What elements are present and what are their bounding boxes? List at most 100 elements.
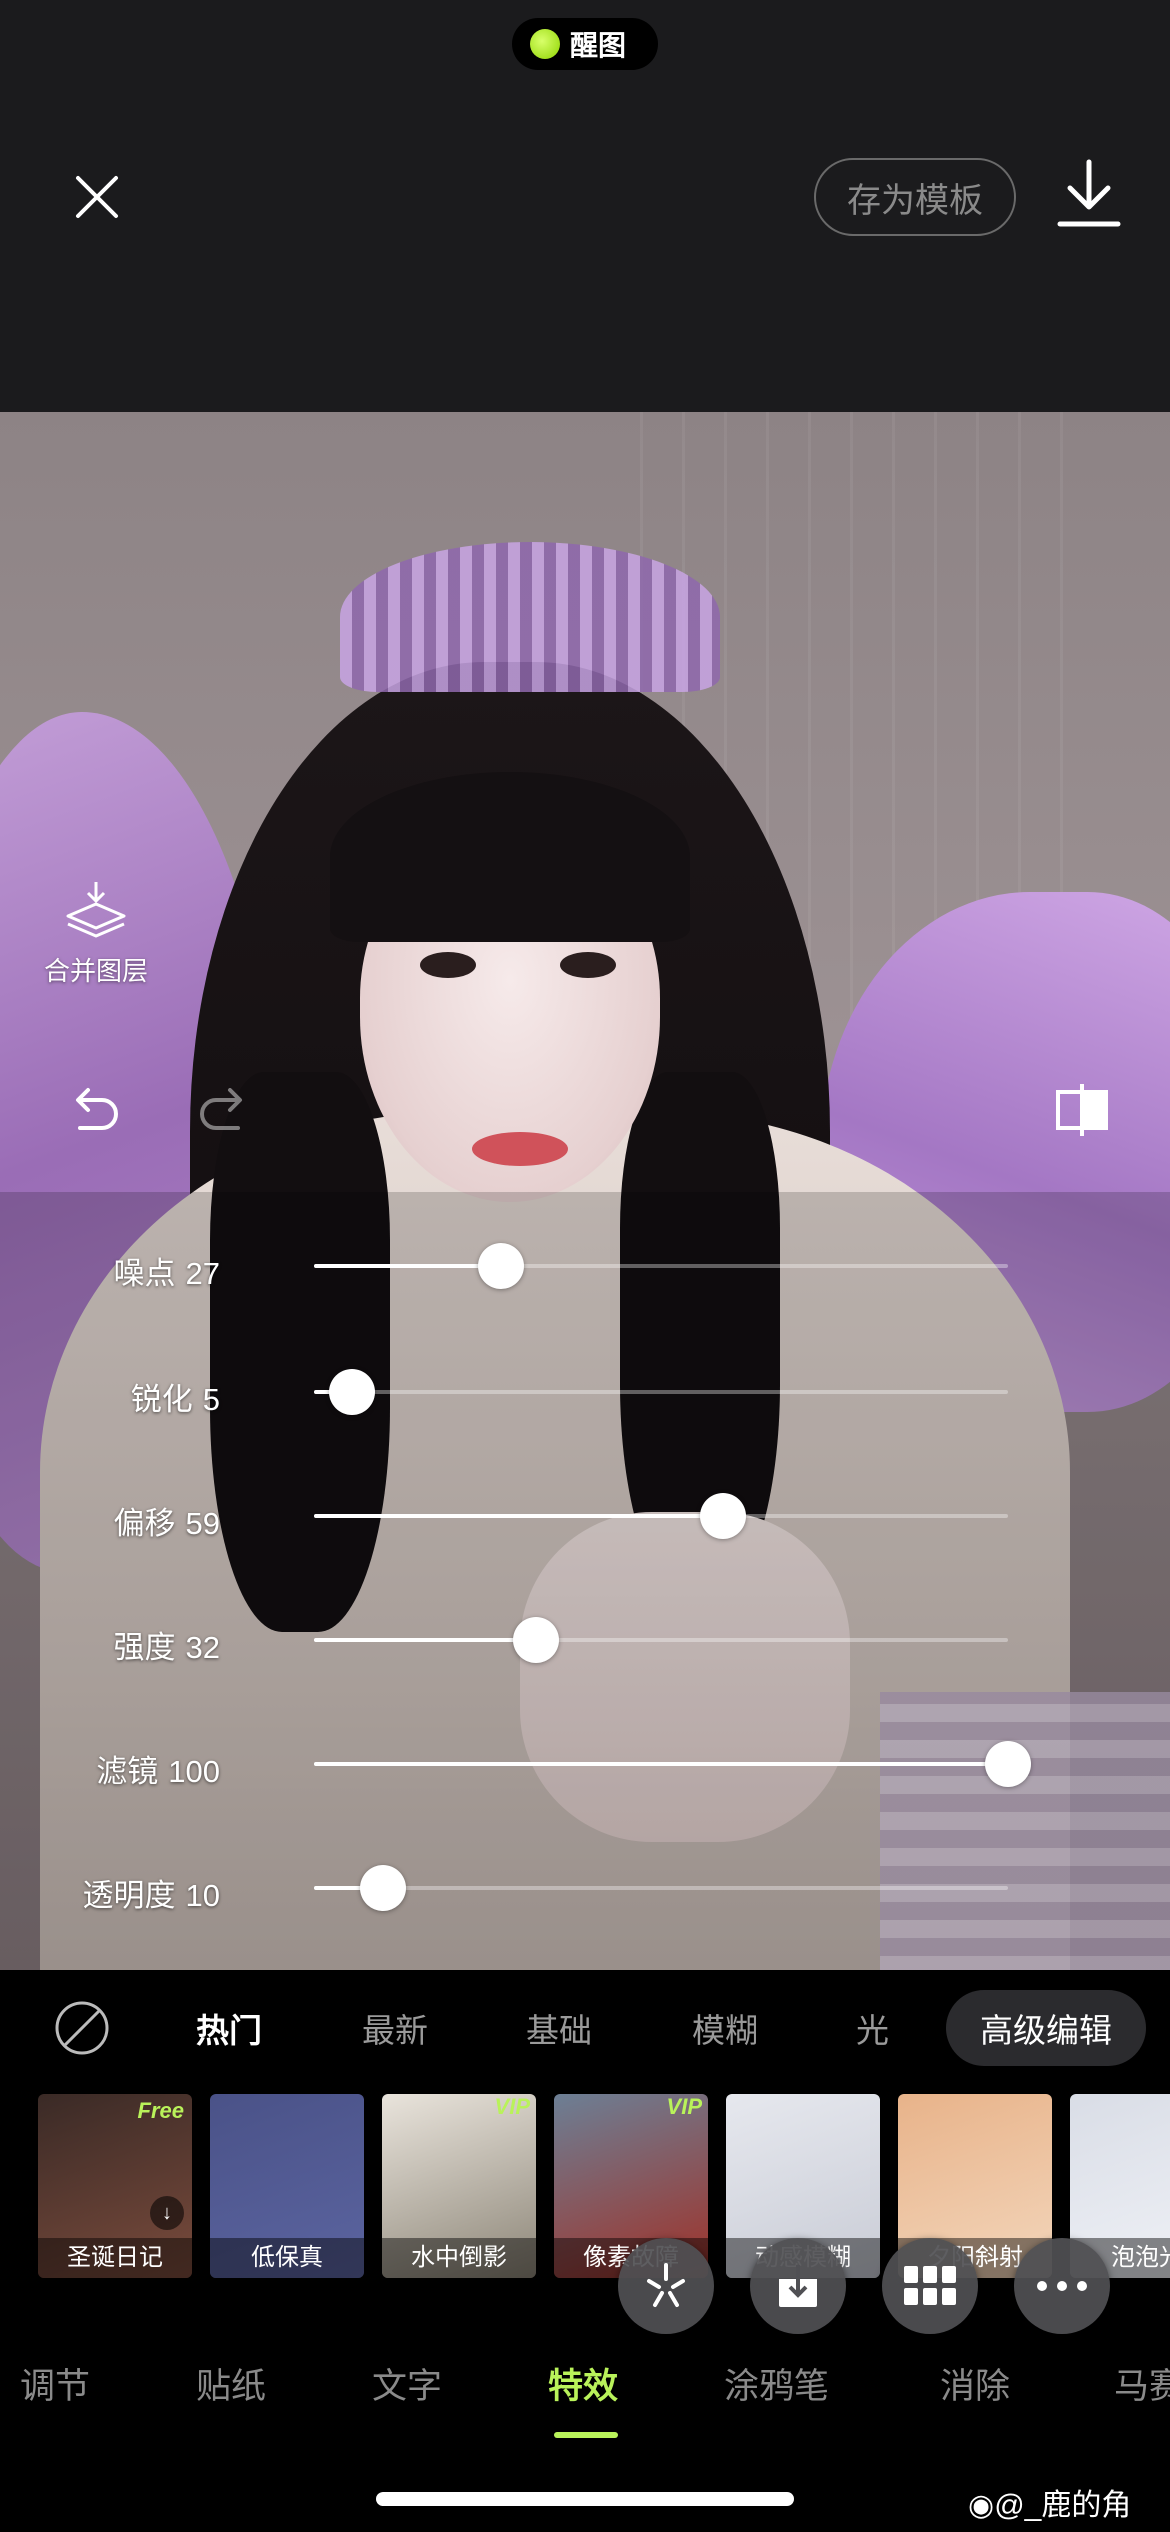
photo-bangs	[330, 772, 690, 942]
download-arrow-icon[interactable]: ↓	[150, 2196, 184, 2230]
redo-button[interactable]	[196, 1082, 252, 1138]
category-tab[interactable]: 高级编辑	[946, 1990, 1146, 2066]
app-status-pill: 醒图	[512, 18, 658, 70]
bottom-tab[interactable]: 特效	[548, 2358, 618, 2409]
slider-knob[interactable]	[329, 1369, 376, 1415]
slider-label: 噪点 27	[114, 1248, 220, 1293]
sparkle-icon	[647, 2263, 685, 2307]
slider-track[interactable]	[314, 1369, 1008, 1415]
effect-label: 低保真	[210, 2238, 364, 2278]
slider-row: 锐化 5	[0, 1362, 1170, 1422]
slider-knob[interactable]	[478, 1243, 525, 1289]
slider-knob[interactable]	[360, 1865, 407, 1911]
bottom-tab[interactable]: 文字	[372, 2358, 442, 2409]
slider-value: 27	[185, 1256, 220, 1291]
slider-row: 滤镜 100	[0, 1734, 1170, 1794]
grid-icon	[904, 2266, 956, 2305]
bottom-tab[interactable]: 调节	[20, 2358, 90, 2409]
photo-tiara	[340, 542, 720, 692]
slider-fill	[314, 1762, 1008, 1766]
home-indicator[interactable]	[376, 2492, 794, 2506]
slider-label: 强度 32	[114, 1622, 220, 1667]
no-effect-icon	[55, 2001, 109, 2055]
slider-track[interactable]	[314, 1243, 1008, 1289]
slider-fill	[314, 1638, 537, 1642]
slider-knob[interactable]	[700, 1493, 747, 1539]
slider-track[interactable]	[314, 1617, 1008, 1663]
bottom-tab[interactable]: 马赛克	[1114, 2358, 1170, 2409]
download-button[interactable]	[1054, 158, 1124, 232]
active-tab-indicator	[554, 2432, 618, 2438]
undo-icon	[76, 1088, 118, 1130]
effect-thumbnail[interactable]: VIP 水中倒影	[382, 2094, 536, 2278]
category-tab[interactable]: 最新	[362, 2004, 428, 2052]
bottom-tab[interactable]: 消除	[940, 2358, 1010, 2409]
top-bar: 醒图 存为模板	[0, 0, 1170, 412]
slider-track[interactable]	[314, 1865, 1008, 1911]
merge-layers-button[interactable]: 合并图层	[36, 880, 156, 988]
watermark-text: @_鹿的角	[994, 2489, 1132, 2522]
bottom-tool-tabs: 调节 贴纸 文字 特效 涂鸦笔 消除 马赛克	[0, 2358, 1170, 2438]
slider-name: 噪点	[113, 1256, 176, 1291]
effect-badge: Free	[137, 2098, 184, 2123]
photo-eye-right	[560, 952, 616, 978]
close-icon	[76, 176, 118, 218]
category-tab[interactable]: 基础	[526, 2004, 592, 2052]
magic-effect-button[interactable]	[618, 2238, 714, 2334]
slider-value: 100	[168, 1754, 220, 1789]
merge-layers-label: 合并图层	[43, 956, 148, 986]
bottom-tab[interactable]: 涂鸦笔	[724, 2358, 829, 2409]
category-tab[interactable]: 模糊	[692, 2004, 758, 2052]
slider-row: 透明度 10	[0, 1858, 1170, 1918]
slider-name: 滤镜	[96, 1754, 159, 1789]
category-tab[interactable]: 热门	[196, 2004, 262, 2052]
effects-panel: 热门最新基础模糊光高级编辑 Free↓圣诞日记低保真VIP水中倒影VIP像素故障…	[0, 1970, 1170, 2532]
slider-label: 滤镜 100	[96, 1746, 220, 1791]
save-effect-button[interactable]	[750, 2238, 846, 2334]
redo-icon	[200, 1088, 242, 1130]
slider-value: 10	[185, 1878, 220, 1913]
effect-category-bar: 热门 最新 基础 模糊 光 高级编辑	[0, 1970, 1170, 2066]
bottom-tab[interactable]: 贴纸	[196, 2358, 266, 2409]
undo-button[interactable]	[66, 1082, 122, 1138]
compare-icon	[1056, 1084, 1108, 1136]
effect-label: 水中倒影	[382, 2238, 536, 2278]
slider-track[interactable]	[314, 1493, 1008, 1539]
download-box-icon	[779, 2265, 817, 2307]
watermark: ◉@_鹿的角	[968, 2480, 1131, 2524]
slider-knob[interactable]	[513, 1617, 560, 1663]
effect-thumbnail[interactable]: Free ↓ 圣诞日记	[38, 2094, 192, 2278]
slider-knob[interactable]	[985, 1741, 1031, 1787]
slider-name: 偏移	[113, 1506, 176, 1541]
slider-label: 透明度 10	[83, 1870, 220, 1915]
photo-lips	[472, 1132, 568, 1166]
slider-name: 透明度	[82, 1878, 176, 1913]
slider-row: 强度 32	[0, 1610, 1170, 1670]
effect-badge: VIP	[666, 2094, 702, 2119]
grid-view-button[interactable]	[882, 2238, 978, 2334]
no-effect-button[interactable]	[54, 2000, 110, 2056]
effect-label: 圣诞日记	[38, 2238, 192, 2278]
slider-row: 偏移 59	[0, 1486, 1170, 1546]
slider-fill	[314, 1264, 502, 1268]
slider-row: 噪点 27	[0, 1236, 1170, 1296]
layers-icon	[66, 882, 126, 938]
compare-button[interactable]	[1054, 1080, 1114, 1140]
slider-value: 59	[185, 1506, 220, 1541]
close-button[interactable]	[66, 166, 128, 228]
slider-name: 锐化	[130, 1382, 193, 1417]
save-as-template-button[interactable]: 存为模板	[814, 158, 1016, 236]
slider-fill	[314, 1514, 724, 1518]
photo-eye-left	[420, 952, 476, 978]
more-icon	[1037, 2281, 1087, 2291]
slider-label: 偏移 59	[114, 1498, 220, 1543]
app-pill-label: 醒图	[570, 30, 627, 61]
slider-track[interactable]	[314, 1741, 1031, 1787]
download-icon	[1057, 159, 1121, 227]
effect-thumbnail[interactable]: 低保真	[210, 2094, 364, 2278]
weibo-icon: ◉	[968, 2489, 995, 2522]
slider-label: 锐化 5	[131, 1374, 220, 1419]
slider-value: 5	[202, 1382, 220, 1417]
category-tab[interactable]: 光	[856, 2004, 889, 2052]
more-button[interactable]	[1014, 2238, 1110, 2334]
